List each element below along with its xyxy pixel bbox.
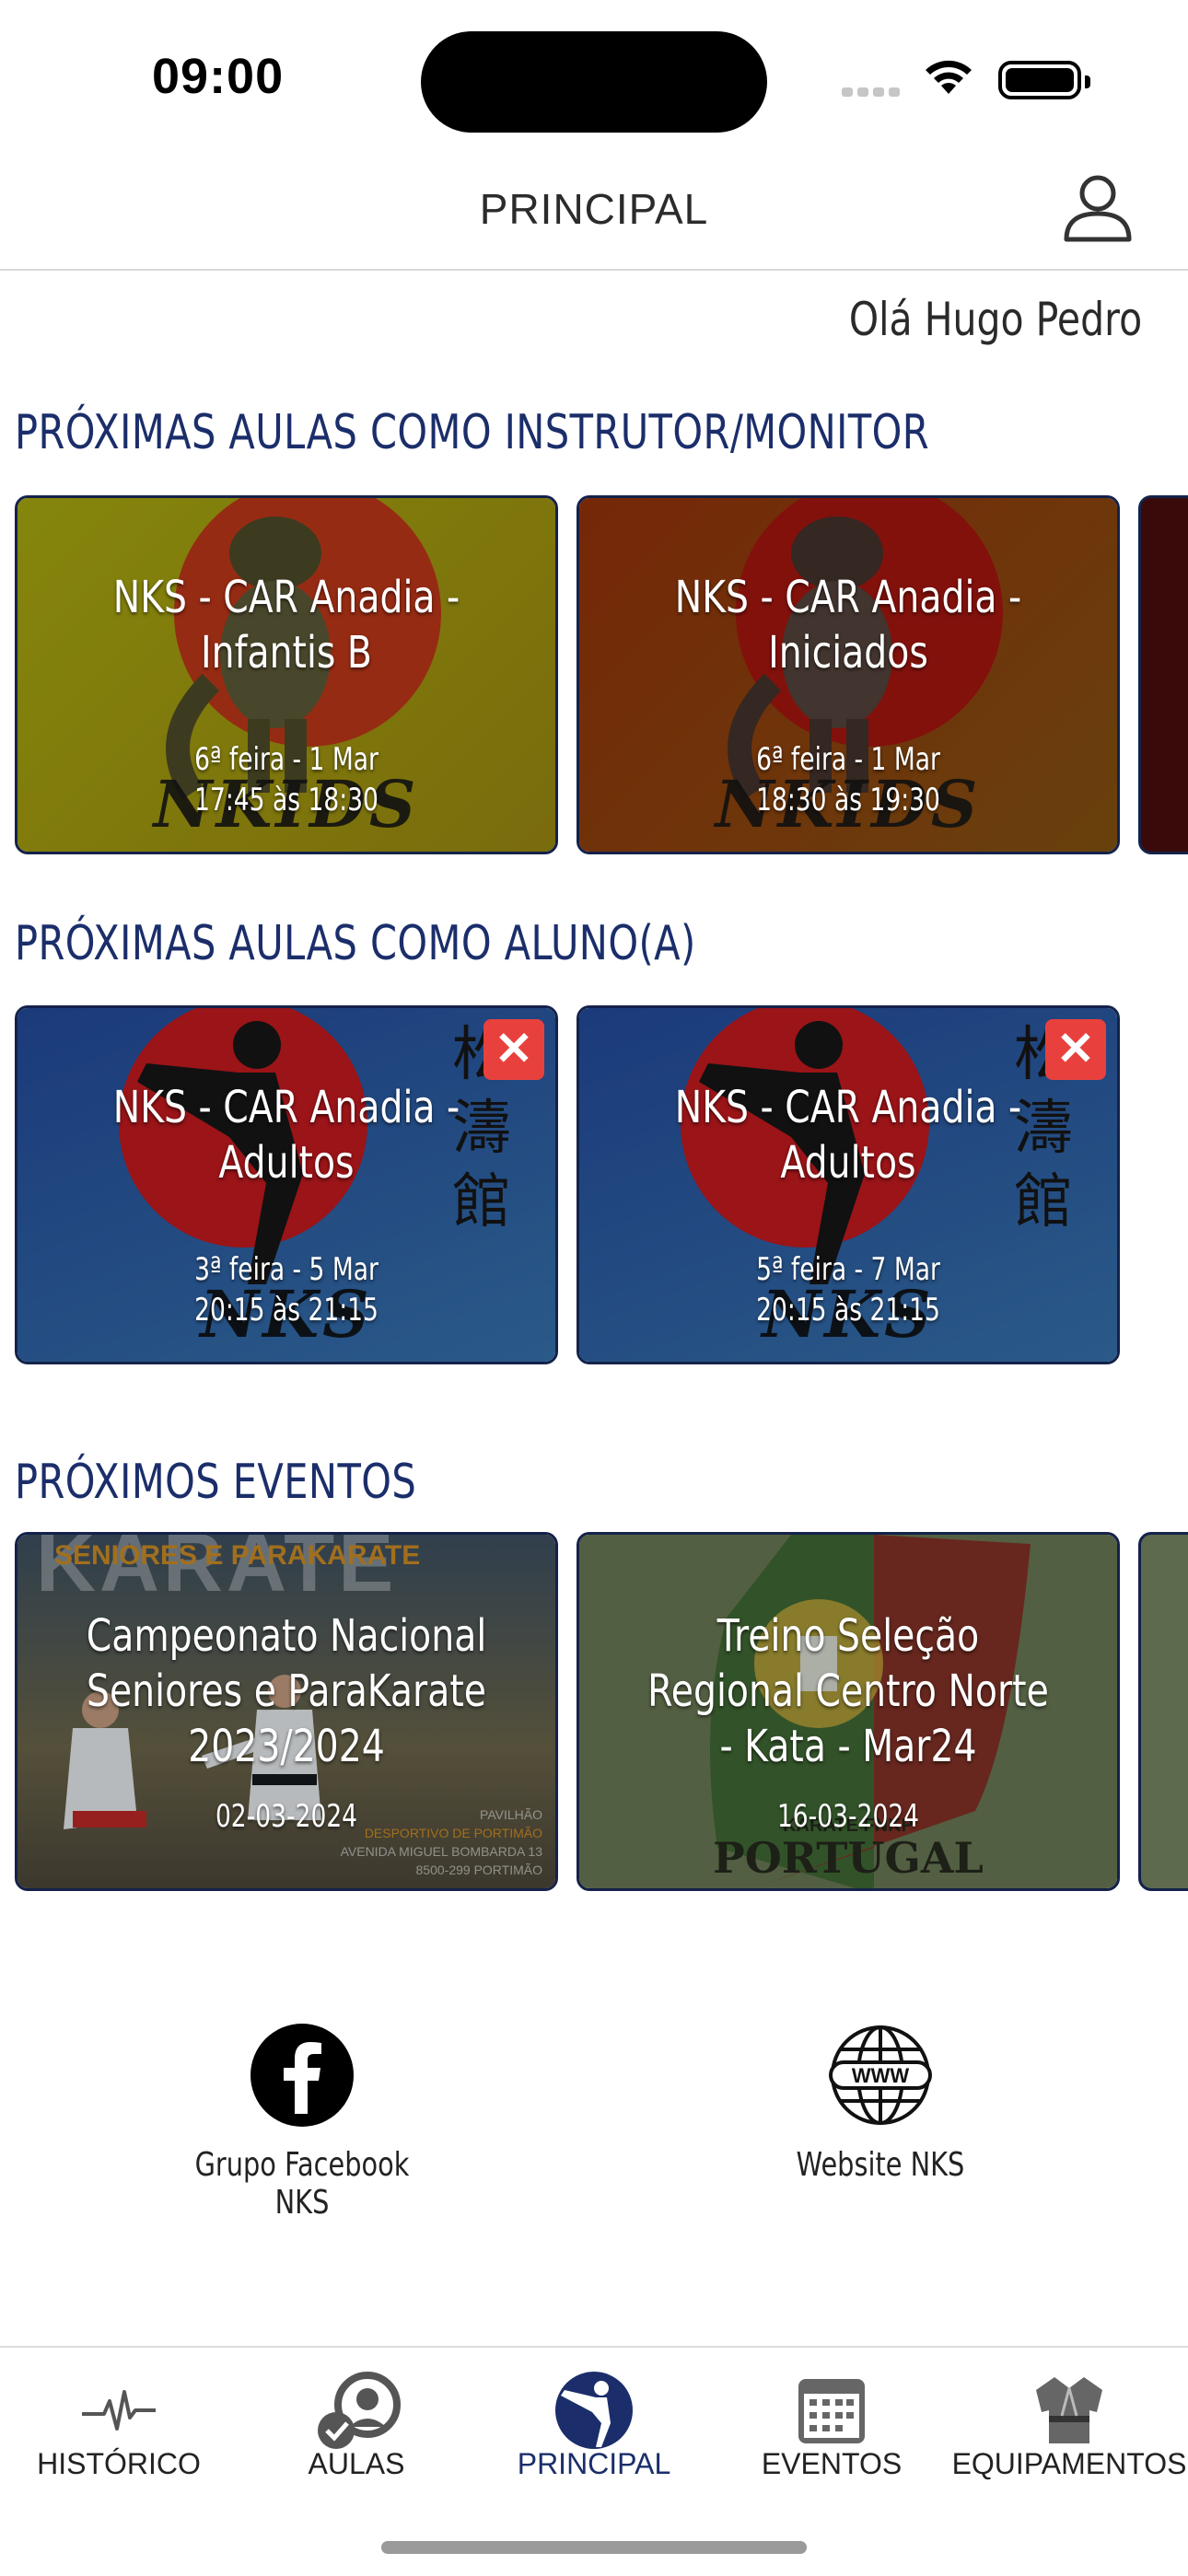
facebook-link-label: Grupo Facebook NKS	[194, 2146, 410, 2222]
home-indicator	[381, 2541, 807, 2554]
tab-label: AULAS	[308, 2447, 405, 2480]
tab-label: HISTÓRICO	[37, 2447, 201, 2480]
karate-kick-icon	[555, 2372, 633, 2449]
tab-label: PRINCIPAL	[517, 2447, 671, 2480]
tab-aulas[interactable]: AULAS	[238, 2348, 475, 2495]
nav-header: PRINCIPAL	[0, 147, 1188, 271]
class-date: 5ª feira - 7 Mar	[756, 1251, 940, 1288]
class-title: NKS - CAR Anadia - Iniciados	[674, 572, 1022, 679]
class-date: 3ª feira - 5 Mar	[194, 1251, 379, 1288]
event-card-partial[interactable]	[1138, 1532, 1188, 1891]
facebook-icon	[250, 2024, 354, 2127]
tab-label: EQUIPAMENTOS	[951, 2447, 1187, 2480]
dynamic-island	[421, 31, 767, 133]
instructor-class-card-partial[interactable]	[1138, 495, 1188, 854]
tab-eventos[interactable]: EVENTOS	[713, 2348, 950, 2495]
facebook-group-link[interactable]: Grupo Facebook NKS	[164, 2022, 440, 2222]
event-card[interactable]: KARATE SENIORES E PARAKARATE PAVILHÃO DE…	[15, 1532, 558, 1891]
greeting-text: Olá Hugo Pedro	[848, 293, 1142, 346]
wifi-icon	[926, 60, 972, 94]
event-date: 02-03-2024	[215, 1798, 358, 1835]
class-time: 20:15 às 21:15	[756, 1292, 940, 1329]
tab-historico[interactable]: HISTÓRICO	[0, 2348, 238, 2495]
activity-pulse-icon	[82, 2390, 156, 2431]
class-title: NKS - CAR Anadia - Infantis B	[112, 572, 460, 679]
svg-text:WWW: WWW	[852, 2064, 910, 2087]
profile-icon[interactable]	[1057, 166, 1138, 247]
student-class-card[interactable]: 松濤館 NKS ✕ NKS - CAR Anadia - Adultos 5ª …	[577, 1005, 1120, 1364]
page-title: PRINCIPAL	[479, 185, 709, 233]
class-time: 20:15 às 21:15	[194, 1292, 379, 1329]
instructor-class-card[interactable]: NKIDS NKS - CAR Anadia - Iniciados 6ª fe…	[577, 495, 1120, 854]
website-link-label: Website NKS	[796, 2146, 965, 2184]
student-classes-carousel[interactable]: 松濤館 NKS ✕ NKS - CAR Anadia - Adultos 3ª …	[15, 1005, 1188, 1366]
event-card[interactable]: PORTUGAL KARATE FNKP Treino Seleção Regi…	[577, 1532, 1120, 1891]
instructor-classes-carousel[interactable]: NKIDS NKS - CAR Anadia - Infantis B 6ª f…	[15, 495, 1188, 856]
cellular-signal-icon	[842, 85, 904, 101]
student-class-card[interactable]: 松濤館 NKS ✕ NKS - CAR Anadia - Adultos 3ª …	[15, 1005, 558, 1364]
class-date: 6ª feira - 1 Mar	[194, 741, 379, 778]
cancel-class-button[interactable]: ✕	[483, 1019, 544, 1080]
karate-gi-icon	[1036, 2377, 1102, 2443]
event-title: Treino Seleção Regional Centro Norte - K…	[647, 1610, 1049, 1772]
events-carousel[interactable]: KARATE SENIORES E PARAKARATE PAVILHÃO DE…	[15, 1532, 1188, 1893]
calendar-icon	[798, 2379, 865, 2443]
instructor-class-card[interactable]: NKIDS NKS - CAR Anadia - Infantis B 6ª f…	[15, 495, 558, 854]
tab-label: EVENTOS	[761, 2447, 903, 2480]
battery-icon	[998, 61, 1090, 99]
class-title: NKS - CAR Anadia - Adultos	[112, 1082, 460, 1189]
event-title: Campeonato Nacional Seniores e ParaKarat…	[86, 1610, 487, 1772]
www-globe-icon: WWW	[829, 2025, 932, 2125]
cancel-class-button[interactable]: ✕	[1045, 1019, 1106, 1080]
tab-equipamentos[interactable]: EQUIPAMENTOS	[950, 2348, 1188, 2495]
class-time: 18:30 às 19:30	[756, 782, 940, 818]
class-time: 17:45 às 18:30	[194, 782, 379, 818]
tab-principal[interactable]: PRINCIPAL	[475, 2348, 713, 2495]
status-time: 09:00	[152, 49, 285, 104]
event-date: 16-03-2024	[776, 1798, 920, 1835]
status-bar: 09:00	[0, 0, 1188, 147]
class-attendance-icon	[318, 2372, 401, 2449]
website-link[interactable]: WWW Website NKS	[742, 2022, 1019, 2184]
class-title: NKS - CAR Anadia - Adultos	[674, 1082, 1022, 1189]
section-title-events: PRÓXIMOS EVENTOS	[15, 1455, 417, 1510]
section-title-student: PRÓXIMAS AULAS COMO ALUNO(A)	[15, 916, 696, 971]
class-date: 6ª feira - 1 Mar	[756, 741, 940, 778]
section-title-instructor: PRÓXIMAS AULAS COMO INSTRUTOR/MONITOR	[15, 405, 930, 460]
